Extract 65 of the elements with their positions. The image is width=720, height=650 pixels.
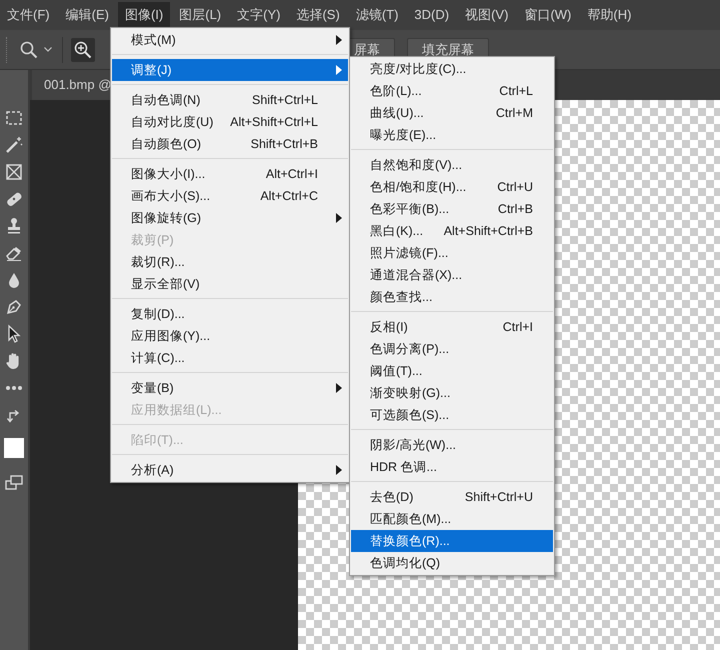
menu-bar-item[interactable]: 选择(S)	[289, 2, 347, 28]
menu-bar-item[interactable]: 滤镜(T)	[348, 2, 406, 28]
frame-tool-icon[interactable]	[4, 162, 24, 182]
shortcut-label: Alt+Ctrl+C	[260, 189, 318, 203]
menu-item[interactable]: 裁切(R)...	[112, 251, 348, 273]
menu-item[interactable]: 曲线(U)... Ctrl+M	[351, 102, 553, 124]
menu-item[interactable]: 可选颜色(S)...	[351, 404, 553, 426]
shortcut-label: Ctrl+I	[502, 320, 533, 334]
shortcut-label: Shift+Ctrl+B	[250, 137, 318, 151]
menu-item[interactable]: 分析(A)	[112, 459, 348, 481]
menu-item[interactable]: 图像旋转(G)	[112, 207, 348, 229]
menu-item[interactable]: 去色(D) Shift+Ctrl+U	[351, 486, 553, 508]
shortcut-label: Ctrl+U	[497, 180, 533, 194]
menu-item[interactable]: 阴影/高光(W)...	[351, 434, 553, 456]
background-color-swatch[interactable]	[4, 438, 24, 458]
shortcut-label: Shift+Ctrl+U	[464, 490, 533, 504]
menu-item[interactable]: 照片滤镜(F)...	[351, 242, 553, 264]
menu-item[interactable]: 颜色查找...	[351, 286, 553, 308]
menu-item[interactable]: 通道混合器(X)...	[351, 264, 553, 286]
menu-item[interactable]: 匹配颜色(M)...	[351, 508, 553, 530]
menu-bar-item[interactable]: 窗口(W)	[517, 2, 578, 28]
menu-item[interactable]: 色彩平衡(B)... Ctrl+B	[351, 198, 553, 220]
menu-item[interactable]: 色调分离(P)...	[351, 338, 553, 360]
zoom-in-button[interactable]	[71, 38, 95, 62]
menu-bar-item[interactable]: 文字(Y)	[230, 2, 288, 28]
shortcut-label: Ctrl+B	[498, 202, 533, 216]
menu-bar-item[interactable]: 编辑(E)	[58, 2, 116, 28]
shortcut-label: Ctrl+L	[499, 84, 533, 98]
menu-item[interactable]: 应用图像(Y)...	[112, 325, 348, 347]
caret-icon[interactable]	[44, 47, 52, 52]
menu-item[interactable]: 阈值(T)...	[351, 360, 553, 382]
menu-bar-item[interactable]: 视图(V)	[458, 2, 516, 28]
menu-item[interactable]: 亮度/对比度(C)...	[351, 58, 553, 80]
menu-item[interactable]: 替换颜色(R)...	[351, 530, 553, 552]
menu-item[interactable]: 画布大小(S)... Alt+Ctrl+C	[112, 185, 348, 207]
menu-item[interactable]: 复制(D)...	[112, 303, 348, 325]
shortcut-label: Alt+Shift+Ctrl+B	[444, 224, 533, 238]
menu-bar-item[interactable]: 文件(F)	[0, 2, 57, 28]
menu-item[interactable]: 色阶(L)... Ctrl+L	[351, 80, 553, 102]
zoom-tool-icon[interactable]	[20, 40, 38, 58]
menu-bar-item[interactable]: 图层(L)	[172, 2, 228, 28]
shortcut-label: Shift+Ctrl+L	[252, 93, 318, 107]
menu-item[interactable]: 色相/饱和度(H)... Ctrl+U	[351, 176, 553, 198]
magic-wand-icon[interactable]	[4, 135, 24, 155]
menu-item[interactable]: 自动对比度(U) Alt+Shift+Ctrl+L	[112, 111, 348, 133]
menu-item[interactable]: 自动颜色(O) Shift+Ctrl+B	[112, 133, 348, 155]
menu-item[interactable]: 黑白(K)... Alt+Shift+Ctrl+B	[351, 220, 553, 242]
menu-item[interactable]: 计算(C)...	[112, 347, 348, 369]
menu-item[interactable]: 渐变映射(G)...	[351, 382, 553, 404]
menu-item[interactable]: 反相(I) Ctrl+I	[351, 316, 553, 338]
menu-bar-item[interactable]: 3D(D)	[407, 2, 456, 28]
menu-bar-item[interactable]: 帮助(H)	[580, 2, 638, 28]
menu-item[interactable]: 变量(B)	[112, 377, 348, 399]
shortcut-label: Alt+Shift+Ctrl+L	[230, 115, 318, 129]
menu-item[interactable]: 图像大小(I)... Alt+Ctrl+I	[112, 163, 348, 185]
menu-item[interactable]: 调整(J)	[112, 59, 348, 81]
menu-item[interactable]: HDR 色调...	[351, 456, 553, 478]
pen-tool-icon[interactable]	[4, 297, 24, 317]
menu-item[interactable]: 自然饱和度(V)...	[351, 154, 553, 176]
shortcut-label: Ctrl+M	[496, 106, 533, 120]
menu-item[interactable]: 显示全部(V)	[112, 273, 348, 295]
shortcut-label: Alt+Ctrl+I	[266, 167, 318, 181]
menu-item[interactable]: 曝光度(E)...	[351, 124, 553, 146]
menu-item[interactable]: 色调均化(Q)	[351, 552, 553, 574]
menu-bar-item[interactable]: 图像(I)	[118, 2, 170, 28]
